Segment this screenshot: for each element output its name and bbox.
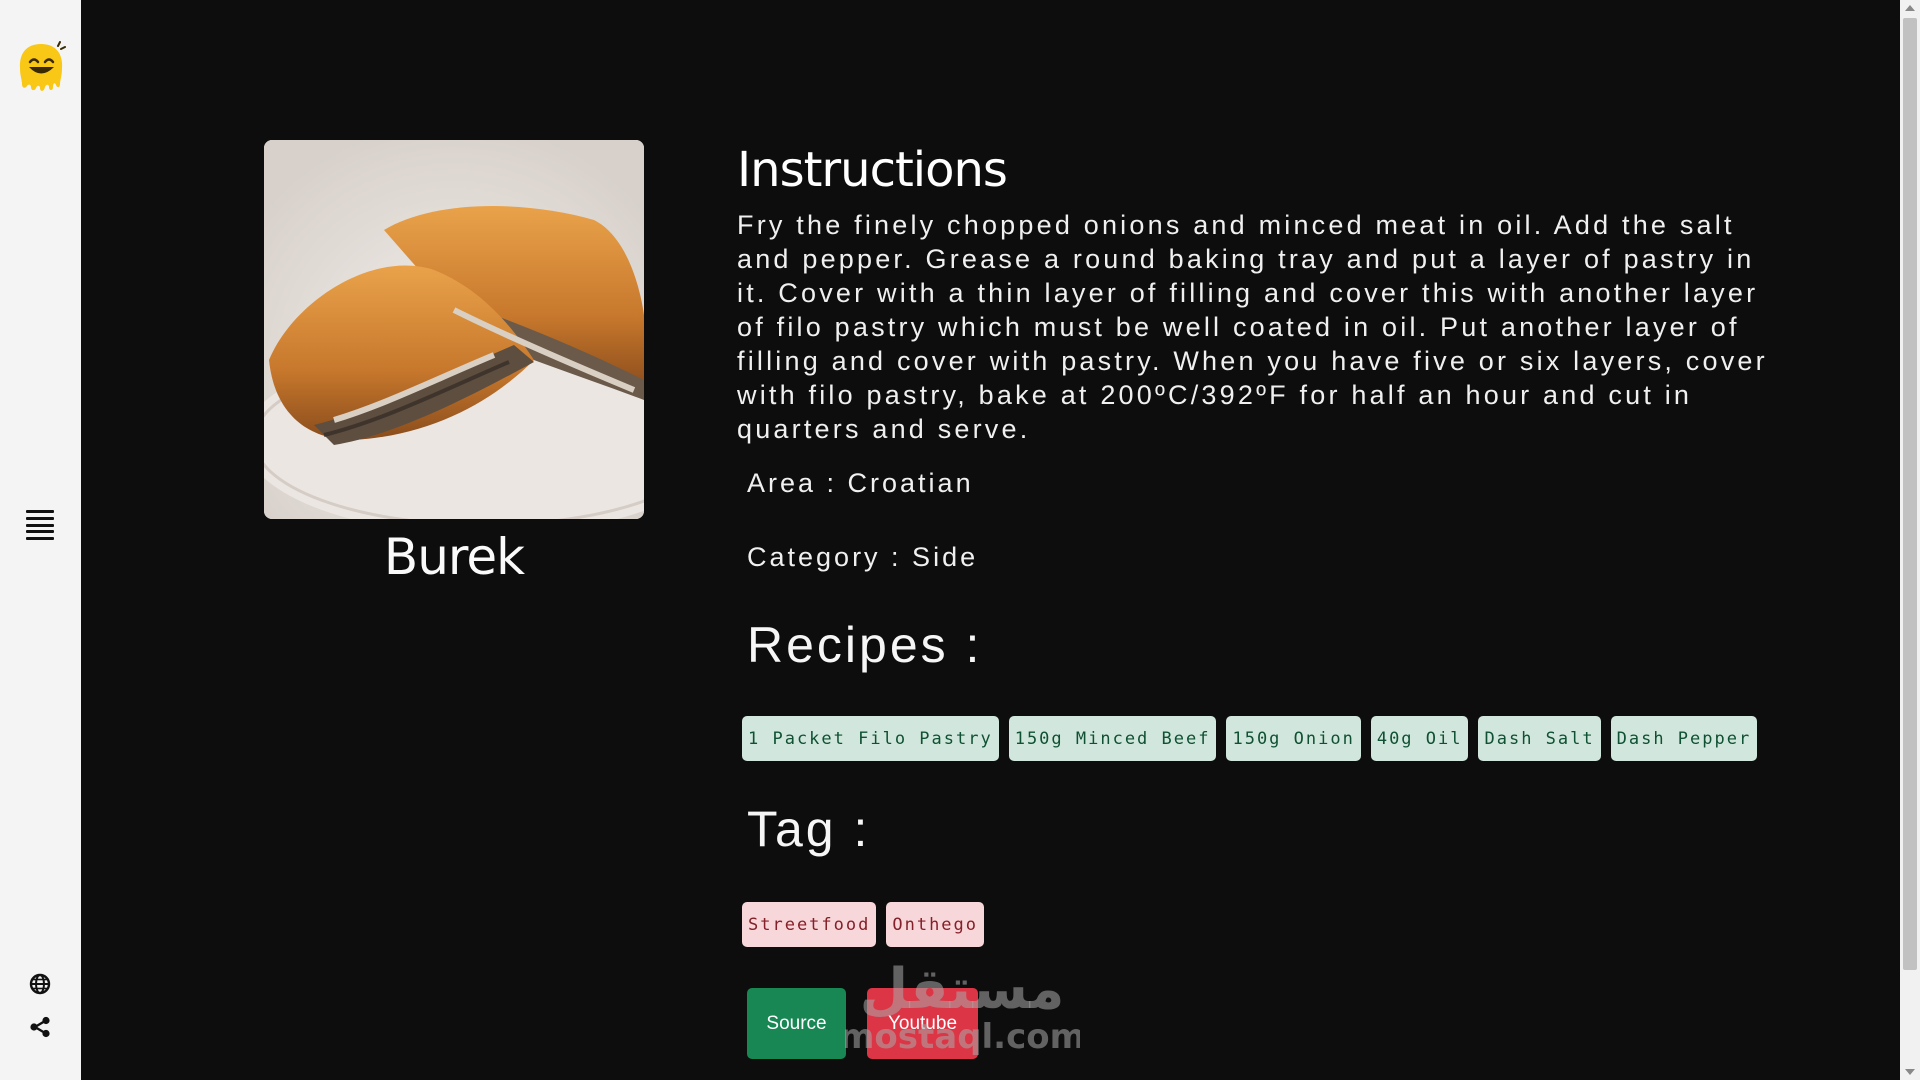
meal-area: Area : Croatian [747, 468, 974, 498]
tag-chip: Onthego [886, 902, 985, 947]
recipe-chip: Dash Salt [1478, 716, 1601, 761]
instructions-section: Instructions Fry the finely chopped onio… [737, 140, 1777, 446]
meal-name: Burek [383, 528, 525, 586]
scroll-up-icon[interactable] [1905, 5, 1915, 11]
recipe-list: 1 Packet Filo Pastry 150g Minced Beef 15… [742, 716, 1758, 761]
sidebar [0, 0, 81, 1080]
logo-icon[interactable] [16, 40, 66, 96]
recipe-chip: 150g Minced Beef [1008, 716, 1217, 761]
youtube-button[interactable]: Youtube [867, 988, 978, 1059]
recipe-chip: Dash Pepper [1610, 716, 1758, 761]
recipe-chip: 1 Packet Filo Pastry [742, 716, 999, 761]
tag-title: Tag : [747, 801, 871, 857]
menu-icon[interactable] [26, 510, 54, 540]
meal-category: Category : Side [747, 542, 979, 572]
instructions-title: Instructions [737, 142, 1008, 198]
share-icon[interactable] [29, 1016, 51, 1038]
tag-list: Streetfood Onthego [742, 902, 985, 947]
recipe-chip: 40g Oil [1370, 716, 1469, 761]
scroll-thumb[interactable] [1903, 18, 1917, 970]
source-button[interactable]: Source [747, 988, 846, 1059]
recipes-title: Recipes : [747, 617, 983, 673]
recipe-chip: 150g Onion [1226, 716, 1361, 761]
meal-image [264, 140, 644, 519]
page-scrollbar[interactable] [1900, 0, 1920, 1080]
instructions-text: Fry the finely chopped onions and minced… [737, 210, 1768, 444]
scroll-down-icon[interactable] [1905, 1069, 1915, 1075]
globe-icon[interactable] [29, 973, 51, 995]
tag-chip: Streetfood [742, 902, 877, 947]
